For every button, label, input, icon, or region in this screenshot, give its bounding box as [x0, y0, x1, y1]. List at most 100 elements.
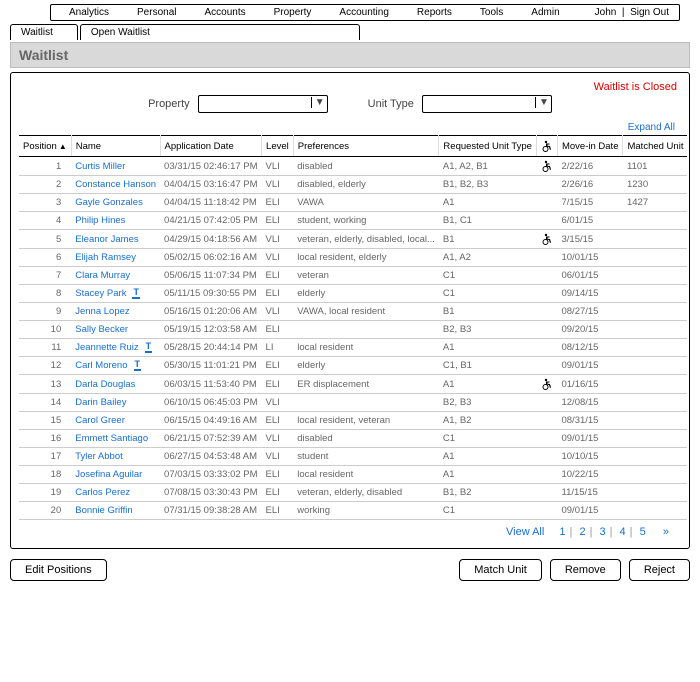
col-prefs[interactable]: Preferences: [293, 136, 439, 157]
cell-prefs: veteran, elderly, disabled: [293, 484, 439, 502]
table-row[interactable]: 9Jenna Lopez05/16/15 01:20:06 AMVLIVAWA,…: [19, 303, 687, 321]
expand-all-link[interactable]: Expand All: [628, 122, 675, 133]
applicant-link[interactable]: Carol Greer: [75, 415, 125, 426]
table-row[interactable]: 6Elijah Ramsey05/02/15 06:02:16 AMVLIloc…: [19, 249, 687, 267]
applicant-link[interactable]: Jeannette Ruiz: [75, 342, 138, 353]
table-row[interactable]: 19Carlos Perez07/08/15 03:30:43 PMELIvet…: [19, 484, 687, 502]
cell-req: A1, B2: [439, 412, 537, 430]
nav-property[interactable]: Property: [260, 7, 326, 18]
applicant-link[interactable]: Eleanor James: [75, 234, 138, 245]
applicant-link[interactable]: Carl Moreno: [75, 360, 127, 371]
table-row[interactable]: 14Darin Bailey06/10/15 06:45:03 PMVLIB2,…: [19, 394, 687, 412]
cell-movein: 10/22/15: [557, 466, 623, 484]
cell-accessible: [536, 466, 557, 484]
table-row[interactable]: 4Philip Hines04/21/15 07:42:05 PMELIstud…: [19, 212, 687, 230]
table-row[interactable]: 18Josefina Aguilar07/03/15 03:33:02 PMEL…: [19, 466, 687, 484]
nav-accounting[interactable]: Accounting: [325, 7, 402, 18]
col-movein[interactable]: Move-in Date: [557, 136, 623, 157]
table-row[interactable]: 7Clara Murray05/06/15 11:07:34 PMELIvete…: [19, 267, 687, 285]
table-row[interactable]: 13Darla Douglas06/03/15 11:53:40 PMELIER…: [19, 375, 687, 394]
table-row[interactable]: 11Jeannette RuizT05/28/15 20:44:14 PMLIl…: [19, 339, 687, 357]
applicant-link[interactable]: Stacey Park: [75, 288, 126, 299]
table-row[interactable]: 12Carl MorenoT05/30/15 11:01:21 PMELIeld…: [19, 357, 687, 375]
applicant-link[interactable]: Emmett Santiago: [75, 433, 148, 444]
col-matched[interactable]: Matched Unit: [623, 136, 687, 157]
col-position[interactable]: Position▲: [19, 136, 71, 157]
unittype-filter-combo[interactable]: [422, 95, 552, 113]
cell-matched: [623, 502, 687, 520]
applicant-link[interactable]: Carlos Perez: [75, 487, 130, 498]
reject-button[interactable]: Reject: [629, 559, 690, 581]
transfer-icon: T: [132, 288, 140, 299]
cell-matched: [623, 285, 687, 303]
table-row[interactable]: 1Curtis Miller03/31/15 02:46:17 PMVLIdis…: [19, 157, 687, 176]
table-row[interactable]: 3Gayle Gonzales04/04/15 11:18:42 PMELIVA…: [19, 194, 687, 212]
col-level[interactable]: Level: [262, 136, 294, 157]
table-row[interactable]: 2Constance Hanson04/04/15 03:16:47 PMVLI…: [19, 176, 687, 194]
sort-asc-icon: ▲: [59, 142, 67, 151]
nav-personal[interactable]: Personal: [123, 7, 190, 18]
applicant-link[interactable]: Darin Bailey: [75, 397, 126, 408]
page-5[interactable]: 5: [636, 526, 650, 538]
cell-level: ELI: [262, 412, 294, 430]
applicant-link[interactable]: Clara Murray: [75, 270, 130, 281]
page-next[interactable]: »: [659, 526, 673, 538]
cell-accessible: [536, 212, 557, 230]
main-panel: Waitlist is Closed Property Unit Type Ex…: [10, 72, 690, 549]
cell-appdate: 04/21/15 07:42:05 PM: [160, 212, 262, 230]
tab-waitlist[interactable]: Waitlist: [10, 24, 78, 40]
cell-name: Sally Becker: [71, 321, 160, 339]
applicant-link[interactable]: Elijah Ramsey: [75, 252, 136, 263]
table-row[interactable]: 16Emmett Santiago06/21/15 07:52:39 AMVLI…: [19, 430, 687, 448]
table-row[interactable]: 8Stacey ParkT05/11/15 09:30:55 PMELIelde…: [19, 285, 687, 303]
applicant-link[interactable]: Tyler Abbot: [75, 451, 123, 462]
nav-analytics[interactable]: Analytics: [55, 7, 123, 18]
tab-open-waitlist[interactable]: Open Waitlist: [80, 24, 360, 40]
table-row[interactable]: 10Sally Becker05/19/15 12:03:58 AMELIB2,…: [19, 321, 687, 339]
col-req[interactable]: Requested Unit Type: [439, 136, 537, 157]
cell-req: C1: [439, 430, 537, 448]
applicant-link[interactable]: Constance Hanson: [75, 179, 156, 190]
page-3[interactable]: 3: [595, 526, 609, 538]
applicant-link[interactable]: Bonnie Griffin: [75, 505, 132, 516]
cell-prefs: VAWA: [293, 194, 439, 212]
waitlist-table: Position▲ Name Application Date Level Pr…: [19, 135, 687, 520]
remove-button[interactable]: Remove: [550, 559, 621, 581]
applicant-link[interactable]: Gayle Gonzales: [75, 197, 143, 208]
cell-position: 3: [19, 194, 71, 212]
applicant-link[interactable]: Sally Becker: [75, 324, 128, 335]
cell-matched: [623, 466, 687, 484]
col-appdate[interactable]: Application Date: [160, 136, 262, 157]
table-row[interactable]: 20Bonnie Griffin07/31/15 09:38:28 AMELIw…: [19, 502, 687, 520]
applicant-link[interactable]: Darla Douglas: [75, 379, 135, 390]
cell-movein: 10/01/15: [557, 249, 623, 267]
applicant-link[interactable]: Curtis Miller: [75, 161, 125, 172]
cell-level: ELI: [262, 502, 294, 520]
transfer-icon: T: [145, 342, 153, 353]
cell-req: A1: [439, 339, 537, 357]
col-accessible[interactable]: [536, 136, 557, 157]
edit-positions-button[interactable]: Edit Positions: [10, 559, 107, 581]
applicant-link[interactable]: Philip Hines: [75, 215, 125, 226]
applicant-link[interactable]: Josefina Aguilar: [75, 469, 142, 480]
table-row[interactable]: 15Carol Greer06/15/15 04:49:16 AMELIloca…: [19, 412, 687, 430]
cell-prefs: VAWA, local resident: [293, 303, 439, 321]
nav-accounts[interactable]: Accounts: [190, 7, 259, 18]
nav-admin[interactable]: Admin: [517, 7, 573, 18]
page-1[interactable]: 1: [555, 526, 569, 538]
nav-reports[interactable]: Reports: [403, 7, 466, 18]
nav-tools[interactable]: Tools: [466, 7, 517, 18]
view-all-link[interactable]: View All: [506, 526, 544, 538]
sign-out-link[interactable]: Sign Out: [630, 7, 669, 18]
page-2[interactable]: 2: [575, 526, 589, 538]
match-unit-button[interactable]: Match Unit: [459, 559, 542, 581]
pager: View All 1| 2| 3| 4| 5 »: [19, 520, 681, 538]
property-filter-combo[interactable]: [198, 95, 328, 113]
col-name[interactable]: Name: [71, 136, 160, 157]
page-4[interactable]: 4: [616, 526, 630, 538]
table-row[interactable]: 17Tyler Abbot06/27/15 04:53:48 AMVLIstud…: [19, 448, 687, 466]
table-row[interactable]: 5Eleanor James04/29/15 04:18:56 AMVLIvet…: [19, 230, 687, 249]
cell-accessible: [536, 339, 557, 357]
applicant-link[interactable]: Jenna Lopez: [75, 306, 129, 317]
cell-position: 12: [19, 357, 71, 375]
